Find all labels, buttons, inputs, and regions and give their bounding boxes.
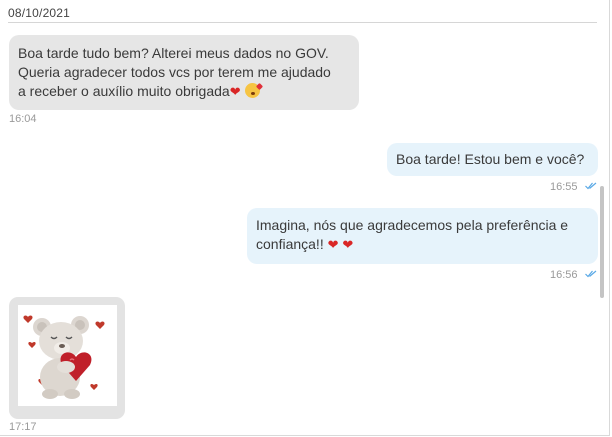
message-timestamp: 17:17 <box>9 421 37 433</box>
read-ticks-icon <box>585 270 597 278</box>
sticker-image[interactable] <box>18 305 117 406</box>
message-line: Queria agradecer todos vcs por terem me … <box>18 64 331 80</box>
message-text: Boa tarde! Estou bem e você? <box>396 151 585 167</box>
incoming-message-bubble[interactable]: Boa tarde tudo bem? Alterei meus dados n… <box>9 35 359 110</box>
scrollbar-thumb[interactable] <box>600 186 604 298</box>
outgoing-message-bubble[interactable]: Boa tarde! Estou bem e você? <box>387 143 598 176</box>
message-line: Imagina, nós que agradecemos pela prefer… <box>256 217 569 233</box>
message-line: confiança!! ❤ ❤ <box>256 235 589 254</box>
message-timestamp: 16:55 <box>550 181 578 193</box>
heart-emoji: ❤ <box>229 84 241 99</box>
teddy-bear-heart-icon <box>23 315 105 399</box>
read-ticks-icon <box>585 182 597 190</box>
outgoing-message-bubble[interactable]: Imagina, nós que agradecemos pela prefer… <box>247 208 598 264</box>
message-timestamp: 16:56 <box>550 269 578 281</box>
date-divider <box>8 22 597 23</box>
heart-emoji: ❤ <box>342 237 354 252</box>
date-separator: 08/10/2021 <box>8 6 71 20</box>
message-line: a receber o auxílio muito obrigada❤ <box>18 82 350 101</box>
kiss-face-emoji <box>244 83 260 98</box>
message-line-text: a receber o auxílio muito obrigada <box>18 83 230 99</box>
message-line: Boa tarde tudo bem? Alterei meus dados n… <box>18 45 329 61</box>
heart-emoji: ❤ <box>327 237 339 252</box>
message-line-text: confiança!! <box>256 236 324 252</box>
message-timestamp: 16:04 <box>9 113 37 125</box>
